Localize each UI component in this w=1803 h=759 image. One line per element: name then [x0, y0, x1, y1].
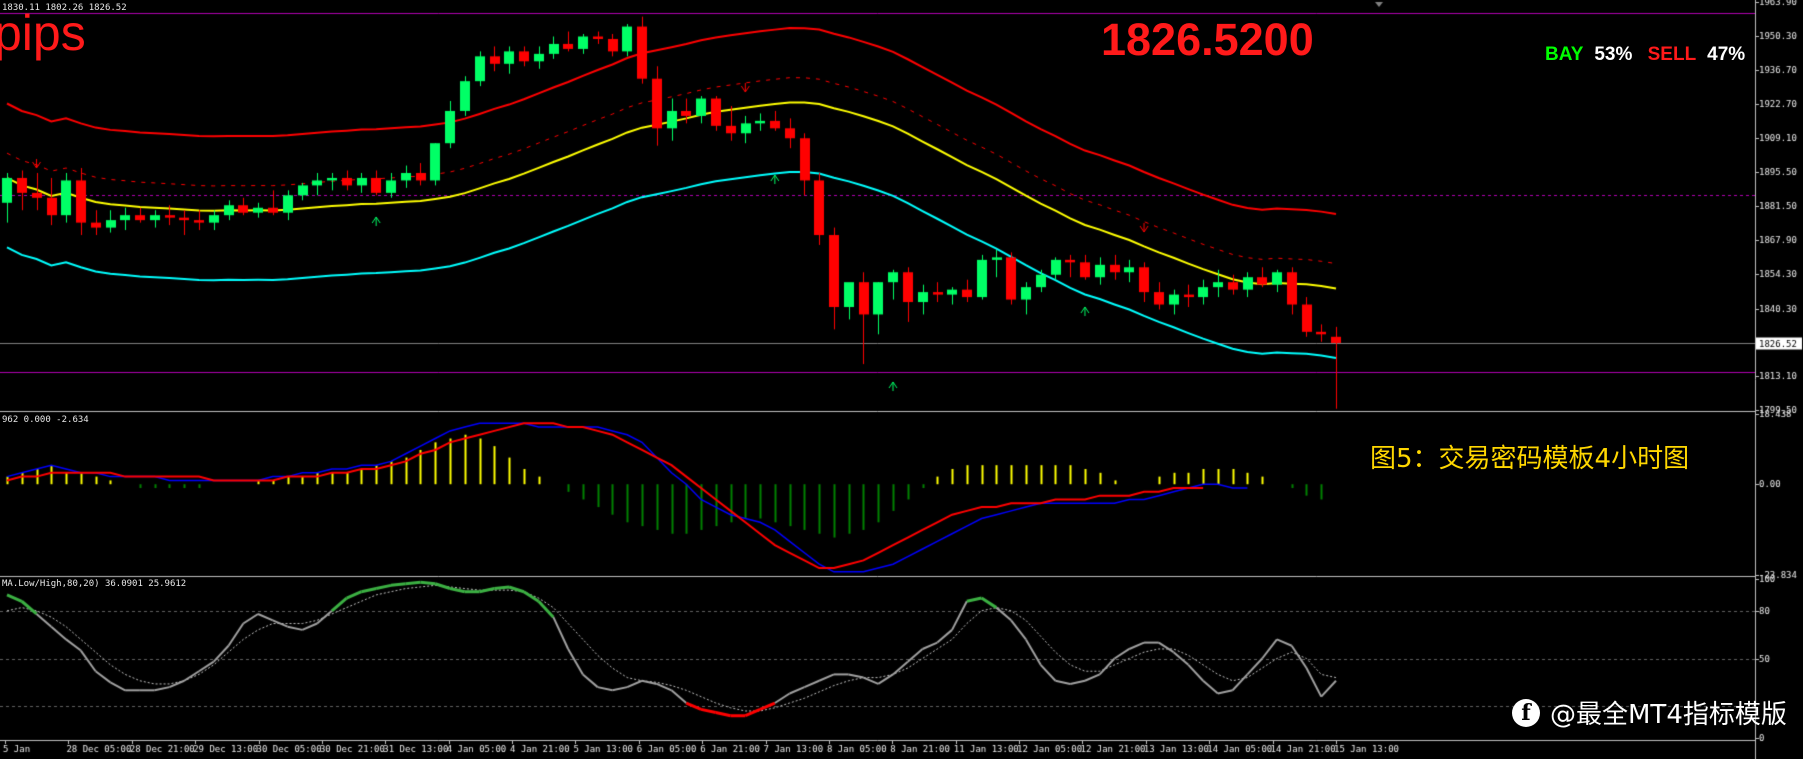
sentiment-panel: BAY 53% SELL 47%	[1545, 44, 1745, 66]
pips-label: pips	[0, 5, 86, 61]
buy-percent: 53%	[1594, 44, 1633, 65]
price-chart-canvas[interactable]	[0, 0, 1803, 759]
toutiao-logo-icon: f	[1512, 698, 1540, 727]
oscillator-info: MA.Low/High,80,20) 36.0901 25.9612	[2, 579, 187, 589]
watermark-text: @最全MT4指标模版	[1550, 700, 1787, 730]
figure-caption: 图5：交易密码模板4小时图	[1370, 444, 1690, 474]
ohlc-info: 1830.11 1802.26 1826.52	[2, 3, 127, 13]
buy-label: BAY	[1545, 44, 1584, 65]
sell-label: SELL	[1647, 44, 1696, 65]
watermark: f @最全MT4指标模版	[1512, 694, 1787, 731]
current-price-display: 1826.5200	[1101, 14, 1314, 65]
sell-percent: 47%	[1707, 44, 1746, 65]
macd-info: 962 0.000 -2.634	[2, 415, 89, 425]
